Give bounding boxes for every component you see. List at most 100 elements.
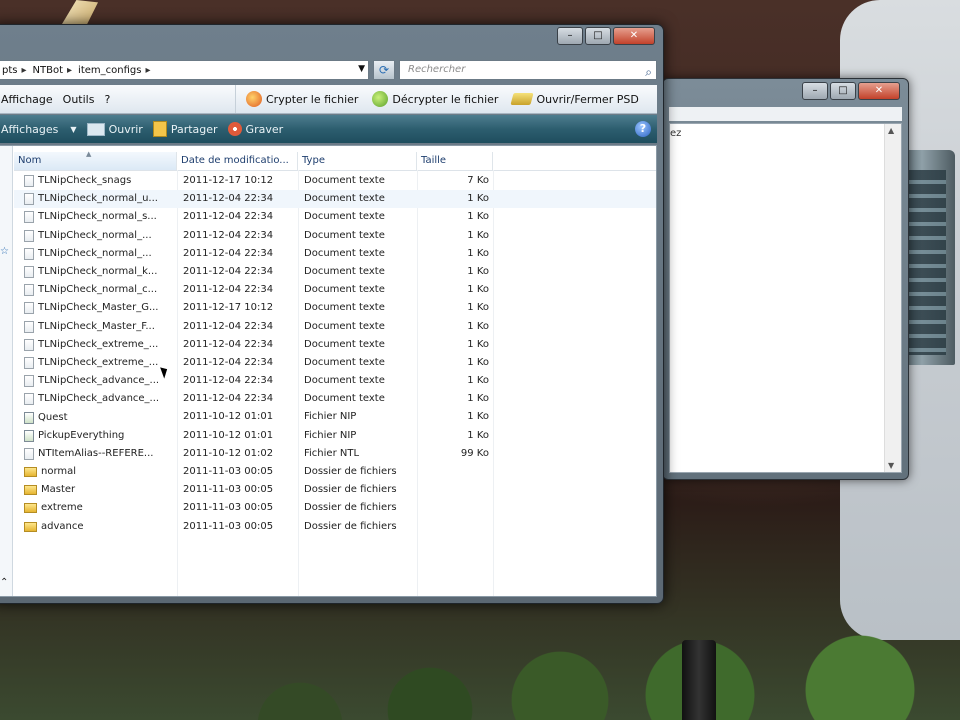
maximize-button[interactable]: □ — [830, 82, 856, 100]
nav-link-icon[interactable]: ☆ — [0, 246, 9, 257]
scroll-down-icon[interactable]: ▼ — [888, 461, 894, 470]
file-name-cell[interactable]: TLNipCheck_Master_G... — [14, 299, 177, 317]
file-row[interactable]: NTItemAlias--REFERE... 2011-10-12 01:02 Fi… — [14, 445, 656, 463]
file-row[interactable]: TLNipCheck_Master_G... 2011-12-17 10:12 Do… — [14, 299, 656, 317]
file-type: Document texte — [304, 175, 385, 186]
breadcrumb-item[interactable]: pts — [2, 65, 17, 76]
file-name-cell[interactable]: TLNipCheck_normal_c... — [14, 281, 177, 299]
file-name: PickupEverything — [38, 429, 125, 441]
breadcrumb-separator-icon[interactable]: ▸ — [145, 65, 150, 76]
open-close-psd-button[interactable]: Ouvrir/Fermer PSD — [510, 92, 639, 106]
file-type: Fichier NIP — [304, 411, 357, 423]
decrypt-file-button[interactable]: Décrypter le fichier — [372, 91, 498, 107]
maximize-button[interactable]: □ — [585, 27, 611, 45]
address-bar[interactable]: pts ▸ NTBot ▸ item_configs ▸ ▼ — [0, 60, 369, 80]
file-name-cell[interactable]: TLNipCheck_normal_... — [14, 227, 177, 245]
file-size: 1 Ko — [467, 393, 489, 405]
sort-ascending-icon: ▲ — [86, 150, 92, 158]
file-row[interactable]: extreme 2011-11-03 00:05 Dossier de fichie… — [14, 499, 656, 517]
file-name-cell[interactable]: TLNipCheck_extreme_... — [14, 336, 177, 354]
file-name: TLNipCheck_snags — [38, 175, 132, 187]
file-row[interactable]: PickupEverything 2011-10-12 01:01 Fichier … — [14, 427, 656, 445]
desktop-icon[interactable] — [62, 0, 98, 24]
background-window-text-area[interactable]: ez ▲ ▼ — [669, 123, 902, 473]
scroll-up-icon[interactable]: ▲ — [888, 126, 894, 135]
file-row[interactable]: TLNipCheck_extreme_... 2011-12-04 22:34 Do… — [14, 354, 656, 372]
file-row[interactable]: TLNipCheck_snags 2011-12-17 10:12 Document… — [14, 172, 656, 190]
background-window[interactable]: – □ ✕ ez ▲ ▼ — [662, 78, 909, 480]
file-name-cell[interactable]: extreme — [14, 499, 177, 517]
file-row[interactable]: Quest 2011-10-12 01:01 Fichier NIP 1 Ko — [14, 408, 656, 426]
text-file-icon — [24, 284, 34, 297]
minimize-button[interactable]: – — [557, 27, 583, 45]
explorer-window[interactable]: – □ ✕ pts ▸ NTBot ▸ item_configs ▸ ▼ ⟳ R… — [0, 24, 664, 604]
text-file-icon — [24, 247, 34, 260]
file-name-cell[interactable]: TLNipCheck_extreme_... — [14, 354, 177, 372]
open-close-psd-label: Ouvrir/Fermer PSD — [536, 92, 639, 106]
file-row[interactable]: TLNipCheck_advance_... 2011-12-04 22:34 Do… — [14, 390, 656, 408]
file-row[interactable]: advance 2011-11-03 00:05 Dossier de fichie… — [14, 518, 656, 536]
nip-file-icon — [24, 429, 34, 442]
file-row[interactable]: Master 2011-11-03 00:05 Dossier de fichier… — [14, 481, 656, 499]
file-row[interactable]: TLNipCheck_Master_F... 2011-12-04 22:34 Do… — [14, 318, 656, 336]
menu-affichage[interactable]: Affichage — [1, 93, 53, 106]
file-row[interactable]: TLNipCheck_normal_s... 2011-12-04 22:34 Do… — [14, 208, 656, 226]
file-name: TLNipCheck_normal_k... — [38, 266, 158, 278]
encrypt-file-button[interactable]: Crypter le fichier — [246, 91, 358, 107]
column-header-date[interactable]: Date de modificatio... — [177, 152, 298, 170]
help-icon[interactable]: ? — [635, 121, 651, 137]
file-row[interactable]: normal 2011-11-03 00:05 Dossier de fichier… — [14, 463, 656, 481]
file-size: 1 Ko — [467, 247, 489, 259]
breadcrumb-separator-icon[interactable]: ▸ — [67, 65, 72, 76]
title-bar[interactable]: – □ ✕ — [0, 25, 663, 55]
file-size: 1 Ko — [467, 356, 489, 368]
file-name-cell[interactable]: TLNipCheck_normal_s... — [14, 208, 177, 226]
file-name-cell[interactable]: TLNipCheck_normal_... — [14, 245, 177, 263]
file-name-cell[interactable]: TLNipCheck_advance_... — [14, 372, 177, 390]
open-button[interactable]: Ouvrir — [86, 122, 143, 136]
search-icon[interactable]: ⌕ — [645, 63, 652, 81]
file-name-cell[interactable]: NTItemAlias--REFERE... — [14, 445, 177, 463]
file-row[interactable]: TLNipCheck_extreme_... 2011-12-04 22:34 Do… — [14, 336, 656, 354]
share-button[interactable]: Partager — [152, 121, 218, 137]
file-date: 2011-10-12 01:01 — [183, 411, 274, 423]
file-row[interactable]: TLNipCheck_advance_... 2011-12-04 22:34 Do… — [14, 372, 656, 390]
minimize-button[interactable]: – — [802, 82, 828, 100]
chevron-down-icon[interactable]: ▼ — [358, 64, 365, 74]
file-row[interactable]: TLNipCheck_normal_u... 2011-12-04 22:34 Do… — [14, 190, 656, 209]
chevron-up-icon[interactable]: ⌃ — [0, 577, 8, 588]
close-button[interactable]: ✕ — [613, 27, 655, 45]
column-header-size[interactable]: Taille — [417, 152, 493, 170]
breadcrumb-item[interactable]: NTBot — [33, 65, 64, 76]
refresh-button[interactable]: ⟳ — [373, 60, 395, 80]
file-name-cell[interactable]: TLNipCheck_advance_... — [14, 390, 177, 408]
file-name: TLNipCheck_extreme_... — [38, 338, 159, 350]
file-name-cell[interactable]: PickupEverything — [14, 427, 177, 445]
file-type: Dossier de fichiers — [304, 466, 397, 477]
file-name-cell[interactable]: TLNipCheck_Master_F... — [14, 318, 177, 336]
file-name-cell[interactable]: TLNipCheck_normal_k... — [14, 263, 177, 281]
search-input[interactable]: Rechercher ⌕ — [399, 60, 657, 80]
navigation-pane[interactable]: ☆ ⌃ — [0, 146, 13, 596]
file-row[interactable]: TLNipCheck_normal_c... 2011-12-04 22:34 Do… — [14, 281, 656, 299]
menu-help[interactable]: ? — [104, 93, 110, 106]
column-header-name[interactable]: ▲ Nom — [14, 150, 177, 170]
close-button[interactable]: ✕ — [858, 82, 900, 100]
breadcrumb-separator-icon[interactable]: ▸ — [21, 65, 26, 76]
file-name-cell[interactable]: Quest — [14, 408, 177, 426]
file-name-cell[interactable]: normal — [14, 463, 177, 481]
breadcrumb-item[interactable]: item_configs — [78, 65, 141, 76]
file-name-cell[interactable]: advance — [14, 518, 177, 536]
file-name-cell[interactable]: TLNipCheck_snags — [14, 172, 177, 190]
file-type: Document texte — [304, 265, 385, 277]
file-name-cell[interactable]: Master — [14, 481, 177, 499]
file-row[interactable]: TLNipCheck_normal_k... 2011-12-04 22:34 Do… — [14, 263, 656, 281]
menu-outils[interactable]: Outils — [63, 93, 95, 106]
file-row[interactable]: TLNipCheck_normal_... 2011-12-04 22:34 Doc… — [14, 245, 656, 263]
file-row[interactable]: TLNipCheck_normal_... 2011-12-04 22:34 Doc… — [14, 227, 656, 245]
views-button[interactable]: Affichages ▼ — [1, 123, 77, 136]
file-name-cell[interactable]: TLNipCheck_normal_u... — [14, 190, 177, 208]
vertical-scrollbar[interactable]: ▲ ▼ — [884, 124, 901, 472]
burn-button[interactable]: Graver — [227, 122, 283, 136]
column-header-type[interactable]: Type — [298, 152, 417, 170]
